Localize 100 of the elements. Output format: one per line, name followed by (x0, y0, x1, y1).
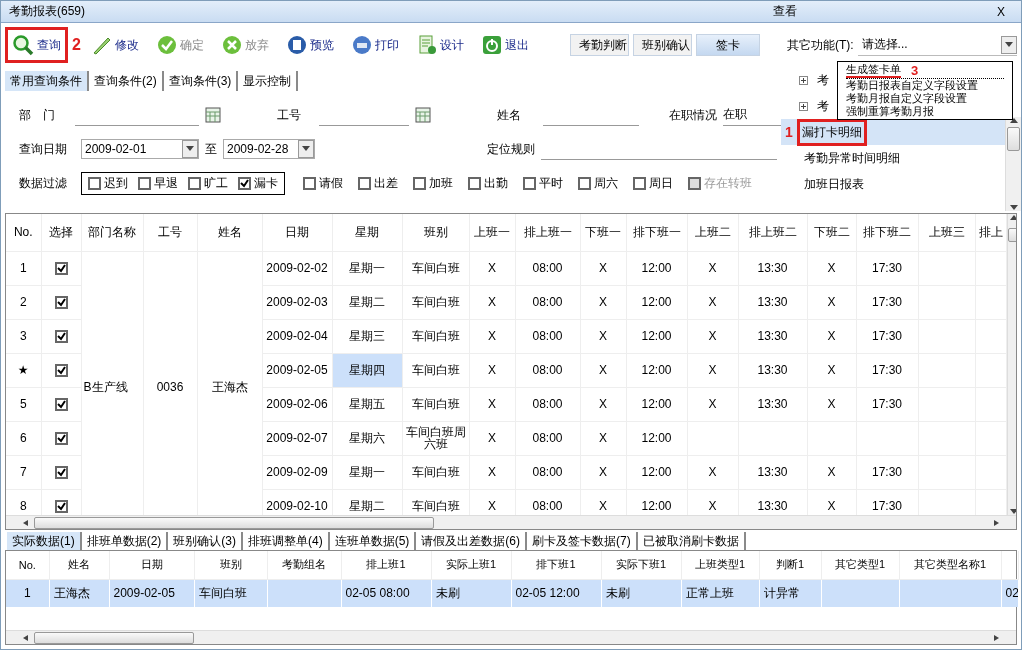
field-label: 部 门 (19, 106, 56, 124)
checkbox-label: 旷工 (204, 174, 228, 192)
table-cell: X (469, 387, 515, 421)
table-cell: 车间白班 (194, 579, 267, 607)
tree-label: 考 (816, 71, 830, 89)
tree-label: 加班日报表 (803, 175, 865, 193)
table-cell: X (807, 387, 856, 421)
table-cell: X (580, 353, 626, 387)
table-cell: 2009-02-07 (262, 421, 332, 455)
table-cell: 08:00 (515, 319, 580, 353)
table-cell: 17:30 (856, 353, 918, 387)
table-cell: 08:00 (515, 353, 580, 387)
table-cell: 未刷 (431, 579, 511, 607)
table-cell: X (687, 455, 738, 489)
field-label: 其它功能(T): (786, 36, 854, 54)
checkbox-label: 早退 (154, 174, 178, 192)
table-cell: 02-05 12:00 (511, 579, 601, 607)
table-cell: X (469, 353, 515, 387)
table-cell: 17:30 (856, 319, 918, 353)
table-cell: 2009-02-09 (262, 455, 332, 489)
row-number: ★ (6, 353, 41, 387)
annotation-number: 3 (911, 64, 919, 77)
table-cell: 12:00 (626, 387, 687, 421)
tree-label: 漏打卡明细 (796, 118, 867, 146)
table-cell: X (580, 319, 626, 353)
checkbox-label: 平时 (539, 174, 563, 192)
table-cell: 08:00 (515, 285, 580, 319)
table-cell: X (580, 251, 626, 285)
table-cell: X (469, 455, 515, 489)
table-cell: 车间白班周六班 (402, 421, 469, 455)
row-number: 5 (6, 387, 41, 421)
tree-label: 考 (816, 97, 830, 115)
field-label: 定位规则 (487, 140, 535, 158)
checkbox-label: 加班 (429, 174, 453, 192)
table-cell: 车间白班 (402, 285, 469, 319)
field-label: 查询日期 (19, 140, 68, 158)
checkbox-label: 迟到 (104, 174, 128, 192)
table-cell: 08:00 (515, 251, 580, 285)
table-cell: 08:00 (515, 387, 580, 421)
window-mode: 查看 (773, 3, 797, 20)
table-cell: 车间白班 (402, 353, 469, 387)
table-cell: 星期一 (332, 455, 402, 489)
table-cell: X (687, 353, 738, 387)
table-cell: 2009-02-04 (262, 319, 332, 353)
table-cell: 17:30 (856, 387, 918, 421)
checkbox-label: 周日 (649, 174, 673, 192)
table-cell: 1 (6, 579, 49, 607)
field-label: 工号 (277, 106, 302, 124)
table-cell: 13:30 (738, 285, 807, 319)
table-cell: 12:00 (626, 455, 687, 489)
field-label: 数据过滤 (19, 174, 68, 192)
row-number: 7 (6, 455, 41, 489)
table-cell: 星期三 (332, 319, 402, 353)
table-cell: 未刷 (601, 579, 681, 607)
table-cell: X (687, 285, 738, 319)
table-cell: X (807, 353, 856, 387)
checkbox-label: 请假 (319, 174, 343, 192)
table-cell: X (580, 455, 626, 489)
table-cell: 08:00 (515, 455, 580, 489)
table-cell: 2009-02-05 (109, 579, 194, 607)
table-cell: 17:30 (856, 455, 918, 489)
table-cell: 2009-02-06 (262, 387, 332, 421)
table-cell: X (580, 387, 626, 421)
table-cell: X (580, 285, 626, 319)
table-cell: X (469, 285, 515, 319)
table-cell: 星期五 (332, 387, 402, 421)
table-cell: X (580, 421, 626, 455)
table-cell: 车间白班 (402, 455, 469, 489)
table-cell: 12:00 (626, 251, 687, 285)
row-number: 6 (6, 421, 41, 455)
table-cell: X (687, 251, 738, 285)
table-cell: X (807, 251, 856, 285)
table-cell: X (687, 319, 738, 353)
table-cell: 13:30 (738, 251, 807, 285)
checkbox-label: 出勤 (484, 174, 508, 192)
table-cell: 08:00 (515, 421, 580, 455)
table-cell: 星期六 (332, 421, 402, 455)
table-cell: X (469, 251, 515, 285)
table-cell: X (469, 421, 515, 455)
table-cell: 车间白班 (402, 251, 469, 285)
annotation-number: 2 (72, 36, 81, 54)
table-cell: 2009-02-02 (262, 251, 332, 285)
checkbox-label: 周六 (594, 174, 618, 192)
table-cell: 星期一 (332, 251, 402, 285)
table-cell: X (807, 285, 856, 319)
table-cell: 计异常 (759, 579, 821, 607)
table-cell: 12:00 (626, 353, 687, 387)
table-cell: 12:00 (626, 319, 687, 353)
table-cell: 02-05 08:00 (341, 579, 431, 607)
table-cell: 13:30 (738, 387, 807, 421)
table-cell: X (807, 319, 856, 353)
field-label: 姓名 (497, 106, 522, 124)
window-title: 考勤报表(659) (9, 3, 86, 20)
tree-label: 考勤异常时间明细 (803, 149, 901, 167)
table-cell: 星期四 (332, 353, 402, 387)
checkbox-label: 存在转班 (704, 174, 752, 192)
field-label: 至 (205, 140, 217, 158)
table-cell: 13:30 (738, 319, 807, 353)
table-cell: X (807, 455, 856, 489)
table-cell: 13:30 (738, 353, 807, 387)
